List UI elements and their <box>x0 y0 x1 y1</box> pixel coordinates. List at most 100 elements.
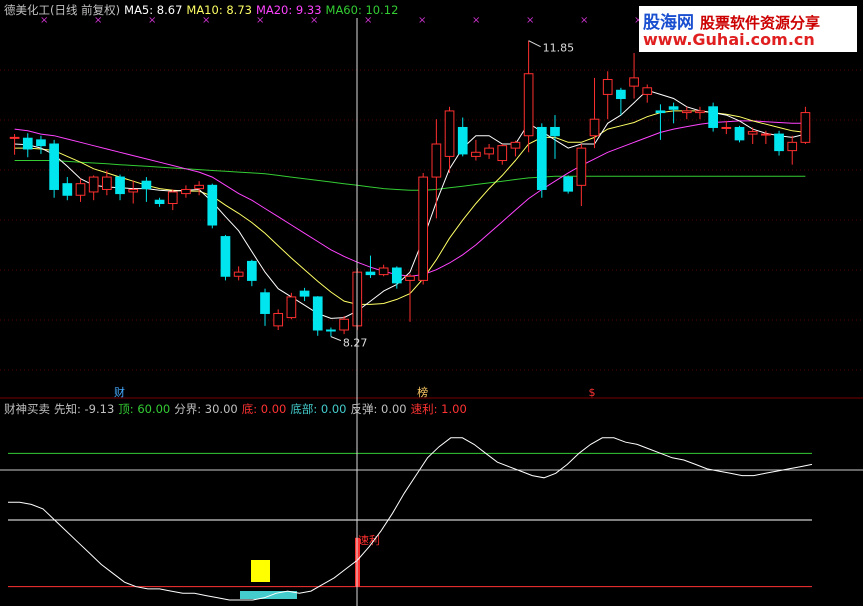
candle-body <box>49 143 59 190</box>
event-marker: 榜 <box>417 385 428 399</box>
candle-body <box>510 141 521 149</box>
candle-body <box>668 106 679 110</box>
candle-body <box>115 176 125 195</box>
candle-body <box>708 106 718 128</box>
candle-body <box>576 147 587 186</box>
candle <box>49 139 59 198</box>
top-marker: × <box>418 15 426 26</box>
indicator-fenjie: 分界: 30.00 <box>174 402 238 416</box>
indicator-ding: 顶: 60.00 <box>118 402 171 416</box>
candle-body <box>220 236 231 277</box>
candle-body <box>207 184 218 226</box>
candle-body <box>339 318 349 331</box>
candle-body <box>800 112 811 143</box>
fantan-bar <box>240 591 297 599</box>
ma20-label: MA20: 9.33 <box>255 3 322 17</box>
candle-body <box>128 188 139 193</box>
candle-body <box>365 271 376 276</box>
indicator-suli: 速利: 1.00 <box>410 402 467 416</box>
candle-body <box>36 139 46 147</box>
indicator-xianzhi: 先知: -9.13 <box>54 402 115 416</box>
candle-body <box>589 118 600 137</box>
candle-body <box>102 176 112 190</box>
candle-body <box>616 89 626 100</box>
candle-body <box>655 110 666 114</box>
candle-body <box>721 126 732 129</box>
candle-body <box>761 133 771 136</box>
candle-body <box>774 133 784 152</box>
candle-body <box>167 191 178 205</box>
candle-body <box>312 296 323 331</box>
candle-body <box>154 199 165 205</box>
candle-body <box>194 184 204 190</box>
candle-body <box>787 141 798 152</box>
candle-body <box>444 110 455 157</box>
candle-body <box>523 73 534 137</box>
candle-body <box>734 126 745 141</box>
candle-body <box>246 260 257 281</box>
stock-title: 德美化工(日线 前复权) <box>4 3 121 17</box>
candle <box>536 123 547 198</box>
candle-body <box>273 312 284 327</box>
price-header: 德美化工(日线 前复权) MA5: 8.67 MA10: 8.73 MA20: 9.3… <box>4 3 402 17</box>
ma60-label: MA60: 10.12 <box>325 3 399 17</box>
candle-body <box>88 176 99 193</box>
candle-body <box>457 126 468 155</box>
candle-body <box>75 183 86 196</box>
candle-body <box>391 267 402 284</box>
candle <box>286 292 297 320</box>
candle-body <box>747 131 758 135</box>
chart-canvas: ×××××××××××× 11.858.27财榜$ 速利 <box>0 0 863 606</box>
candle-body <box>497 145 508 162</box>
candle-body <box>681 110 692 114</box>
candle-body <box>629 77 639 87</box>
candle-body <box>405 275 415 281</box>
watermark-logo: 股海网 股票软件资源分享 www.Guhai.com.cn <box>639 6 857 52</box>
candle-body <box>62 183 73 196</box>
dibu-bar <box>251 560 270 582</box>
candle <box>563 175 574 194</box>
top-marker: × <box>472 15 480 26</box>
indicator-name: 财神买卖 <box>4 402 50 416</box>
candle <box>312 296 323 336</box>
candle <box>207 183 218 229</box>
indicator-di: 底: 0.00 <box>241 402 287 416</box>
candle-body <box>233 271 244 277</box>
candle <box>708 102 718 132</box>
candle-body <box>602 79 613 95</box>
ma10-label: MA10: 8.73 <box>186 3 252 17</box>
candle-body <box>181 188 191 195</box>
candle-body <box>418 176 429 281</box>
candle-body <box>299 290 310 297</box>
candle-body <box>484 147 494 155</box>
top-marker: × <box>580 15 588 26</box>
candle-body <box>695 110 705 114</box>
candle <box>800 106 811 144</box>
indicator-fantan: 反弹: 0.00 <box>350 402 407 416</box>
ma5-label: MA5: 8.67 <box>124 3 183 17</box>
candle <box>220 234 231 281</box>
candle-body <box>642 87 653 95</box>
candle-body <box>563 176 574 192</box>
candle <box>418 172 429 285</box>
logo-url: www.Guhai.com.cn <box>643 30 815 49</box>
candle-body <box>471 151 481 157</box>
indicator-header: 财神买卖 先知: -9.13 顶: 60.00 分界: 30.00 底: 0.00 底部:… <box>4 402 471 416</box>
candle-body <box>326 329 336 332</box>
event-marker: 财 <box>114 385 125 399</box>
candle-body <box>550 126 560 137</box>
high-label: 11.85 <box>543 42 575 55</box>
candle <box>734 125 745 143</box>
candle-body <box>9 136 20 139</box>
candle-body <box>22 137 33 150</box>
candle-body <box>431 143 442 178</box>
candle-body <box>260 292 270 314</box>
candle-body <box>141 180 152 190</box>
indicator-dibu: 底部: 0.00 <box>290 402 347 416</box>
event-marker: $ <box>589 386 596 399</box>
candle-body <box>378 267 389 276</box>
suli-label: 速利 <box>358 534 380 547</box>
top-marker: × <box>526 15 534 26</box>
candle-body <box>286 296 297 319</box>
low-label: 8.27 <box>343 337 368 350</box>
